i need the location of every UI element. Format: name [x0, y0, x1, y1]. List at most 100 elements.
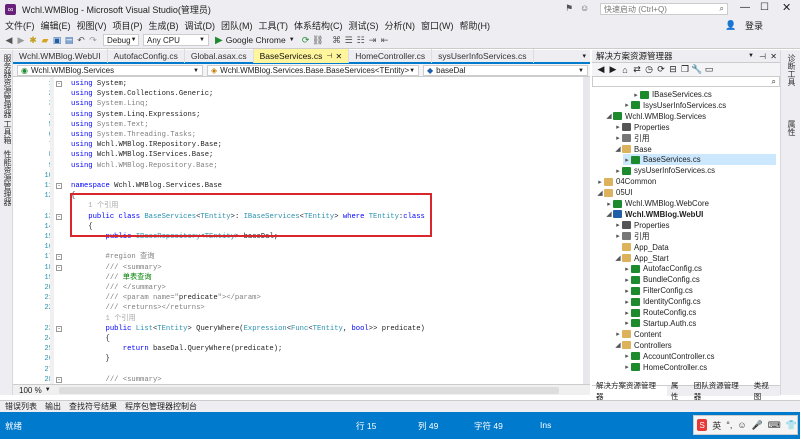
code-line[interactable]: 1 个引用: [13, 314, 590, 324]
tree-item[interactable]: ▸ AccountController.cs: [623, 351, 776, 362]
code-line[interactable]: 4 using System.Linq.Expressions;: [13, 110, 590, 120]
expand-toggle-icon[interactable]: ▸: [623, 352, 631, 360]
tree-item[interactable]: ▸ Wchl.WMBlog.WebCore: [605, 198, 776, 209]
tree-item[interactable]: ▸ Properties: [614, 122, 776, 133]
feedback-icon[interactable]: ☺: [580, 3, 589, 13]
tab-performance-explorer[interactable]: 性能资源管理器: [2, 150, 13, 206]
member-dropdown[interactable]: ◆ baseDal ▼: [423, 65, 588, 76]
run-icon[interactable]: ▶: [215, 35, 223, 46]
properties-icon[interactable]: 🔧: [691, 64, 702, 75]
expand-toggle-icon[interactable]: ▸: [632, 91, 640, 99]
expand-toggle-icon[interactable]: ▸: [614, 167, 622, 175]
collapse-all-icon[interactable]: ⊟: [668, 64, 678, 75]
menu-debug[interactable]: 调试(D): [185, 19, 216, 32]
expand-toggle-icon[interactable]: ▸: [623, 287, 631, 295]
expand-toggle-icon[interactable]: ▸: [614, 221, 622, 229]
notification-flag-icon[interactable]: ⚑: [565, 3, 573, 14]
tree-item[interactable]: ▸ Content: [614, 329, 776, 340]
tab-properties[interactable]: 属性: [786, 120, 797, 136]
code-line[interactable]: 7 using Wchl.WMBlog.IRepository.Base;: [13, 140, 590, 150]
collapse-toggle-icon[interactable]: -: [56, 325, 62, 332]
back-icon[interactable]: ◀: [4, 35, 14, 45]
tab-team-explorer[interactable]: 团队资源管理器: [690, 381, 750, 401]
expand-toggle-icon[interactable]: ◢: [605, 210, 613, 218]
code-line[interactable]: 18 /// <summary> -: [13, 263, 590, 273]
expand-toggle-icon[interactable]: ▸: [623, 156, 631, 164]
expand-toggle-icon[interactable]: ▸: [623, 363, 631, 371]
tree-item[interactable]: ▸ 04Common: [596, 176, 776, 187]
close-icon[interactable]: ✕: [336, 52, 343, 61]
collapse-toggle-icon[interactable]: -: [56, 81, 62, 87]
expand-toggle-icon[interactable]: ▸: [623, 101, 631, 109]
code-line[interactable]: 23 public List<TEntity> QueryWhere(Expre…: [13, 324, 590, 334]
chevron-down-icon[interactable]: ▼: [45, 387, 51, 393]
expand-toggle-icon[interactable]: ▸: [614, 232, 622, 240]
close-icon[interactable]: ✕: [770, 52, 777, 61]
punctuation-icon[interactable]: °,: [726, 420, 732, 430]
tab-package-manager-console[interactable]: 程序包管理器控制台: [125, 401, 197, 412]
expand-toggle-icon[interactable]: ▸: [614, 134, 622, 142]
tree-item[interactable]: ▸ Properties: [614, 220, 776, 231]
doc-tab-sysuserinfoservices[interactable]: sysUserInfoServices.cs: [432, 49, 534, 63]
home-icon[interactable]: ⌂: [620, 65, 630, 75]
code-line[interactable]: 21 /// <param name="predicate"></param>: [13, 293, 590, 303]
open-file-icon[interactable]: ▰: [40, 35, 50, 45]
forward-icon[interactable]: ▶: [16, 35, 26, 45]
code-line[interactable]: 6 using System.Threading.Tasks;: [13, 130, 590, 140]
tab-find-symbol-results[interactable]: 查找符号结果: [69, 401, 117, 412]
menu-build[interactable]: 生成(B): [149, 19, 179, 32]
login-link[interactable]: 登录: [745, 19, 763, 32]
redo-icon[interactable]: ↷: [88, 35, 98, 45]
expand-toggle-icon[interactable]: ◢: [614, 341, 622, 349]
tree-item[interactable]: ▸ sysUserInfoServices.cs: [614, 165, 776, 176]
ime-toolbar[interactable]: S 英 °, ☺ 🎤 ⌨ 👕: [693, 415, 798, 435]
code-line[interactable]: 16: [13, 242, 590, 252]
bookmark-icon[interactable]: ⌘: [332, 35, 342, 45]
expand-toggle-icon[interactable]: ▸: [623, 265, 631, 273]
code-line[interactable]: 3 using System.Linq;: [13, 99, 590, 109]
code-line[interactable]: 19 /// 单表查询: [13, 273, 590, 283]
pin-icon[interactable]: ⊣: [759, 52, 766, 61]
tab-properties-panel[interactable]: 属性: [667, 381, 690, 401]
expand-toggle-icon[interactable]: ◢: [614, 254, 622, 262]
code-line[interactable]: 5 using System.Text;: [13, 120, 590, 130]
tree-item[interactable]: ▸ Startup.Auth.cs: [623, 318, 776, 329]
code-line[interactable]: 1 using System; -: [13, 79, 590, 89]
user-icon[interactable]: 👤: [725, 20, 736, 31]
editor-vertical-scrollbar[interactable]: [583, 77, 590, 384]
menu-help[interactable]: 帮助(H): [460, 19, 491, 32]
expand-toggle-icon[interactable]: ▸: [623, 319, 631, 327]
collapse-toggle-icon[interactable]: -: [56, 254, 62, 261]
code-line[interactable]: 11 namespace Wchl.WMBlog.Services.Base -: [13, 181, 590, 191]
code-line[interactable]: 28 /// <summary> -: [13, 375, 590, 384]
code-line[interactable]: 10: [13, 171, 590, 181]
tree-item[interactable]: ▸ 引用: [614, 231, 776, 242]
keyboard-icon[interactable]: ⌨: [768, 420, 781, 431]
minimize-button[interactable]: —: [740, 2, 750, 13]
editor-horizontal-scrollbar[interactable]: [58, 386, 559, 394]
comment-icon[interactable]: ☰: [344, 35, 354, 45]
undo-icon[interactable]: ↶: [76, 35, 86, 45]
tree-item[interactable]: ▸ RouteConfig.cs: [623, 307, 776, 318]
menu-team[interactable]: 团队(M): [221, 19, 253, 32]
voice-icon[interactable]: 🎤: [752, 420, 763, 431]
indent-icon[interactable]: ⇥: [368, 35, 378, 45]
tree-item[interactable]: ▸ AutofacConfig.cs: [623, 263, 776, 274]
tree-item[interactable]: ▸ HomeController.cs: [623, 362, 776, 373]
expand-toggle-icon[interactable]: ▸: [596, 178, 604, 186]
maximize-button[interactable]: ☐: [760, 2, 769, 13]
pin-icon[interactable]: ⊣: [326, 52, 332, 60]
save-all-icon[interactable]: ▤: [64, 35, 74, 45]
tree-item[interactable]: ◢ 05UI: [596, 187, 776, 198]
tree-item[interactable]: ▸ FilterConfig.cs: [623, 285, 776, 296]
type-dropdown[interactable]: ◈ Wchl.WMBlog.Services.Base.BaseServices<…: [207, 65, 419, 76]
code-line[interactable]: 24 {: [13, 334, 590, 344]
tree-item[interactable]: ◢ App_Start: [614, 253, 776, 264]
doc-tab-webui[interactable]: Wchl.WMBlog.WebUI: [13, 49, 108, 63]
sync-icon[interactable]: ⇄: [632, 64, 642, 75]
collapse-toggle-icon[interactable]: -: [56, 376, 62, 383]
skin-icon[interactable]: 👕: [786, 420, 797, 431]
tab-server-explorer[interactable]: 服务器资源管理器: [2, 54, 13, 118]
uncomment-icon[interactable]: ☷: [356, 35, 366, 45]
solution-config-select[interactable]: Debug ▼: [103, 34, 139, 46]
